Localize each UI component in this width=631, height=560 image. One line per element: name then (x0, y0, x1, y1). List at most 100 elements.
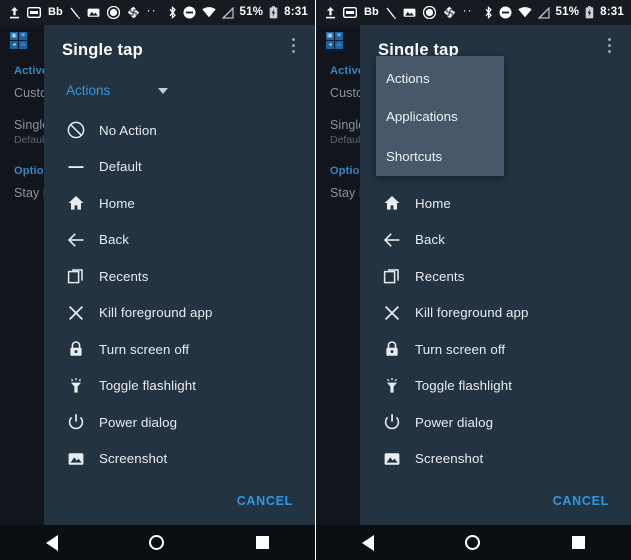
list-item-label: Recents (99, 268, 149, 284)
list-item-label: Toggle flashlight (99, 378, 197, 394)
list-item-default[interactable]: Default (44, 149, 315, 186)
back-triangle-icon[interactable] (361, 534, 374, 551)
app-logo-cell: ▣ (326, 31, 334, 40)
home-icon (382, 193, 402, 213)
list-item-back[interactable]: Back (44, 222, 315, 259)
list-item-screenshot[interactable]: Screenshot (44, 441, 315, 478)
upload-icon (325, 6, 336, 19)
app-logo-cell: ◂ (10, 40, 18, 49)
cancel-button[interactable]: CANCEL (237, 494, 293, 508)
back-triangle-icon[interactable] (45, 534, 58, 551)
list-item-label: Power dialog (415, 414, 494, 430)
list-item-label: Toggle flashlight (415, 378, 513, 394)
back-arrow-icon (382, 230, 402, 250)
list-item-turn-screen-off[interactable]: Turn screen off (44, 331, 315, 368)
power-icon (382, 412, 402, 432)
signal-icon (537, 6, 550, 19)
list-item-recents[interactable]: Recents (360, 258, 631, 295)
app-logo-cell: ✳ (19, 31, 27, 40)
clock-label: 8:31 (600, 5, 624, 18)
pen-icon (70, 7, 80, 19)
close-x-icon (66, 303, 86, 323)
sync-icon (443, 6, 456, 19)
app-logo-icon: ▣ ✳ ◂ ⌂ (326, 31, 343, 49)
list-item-home[interactable]: Home (360, 185, 631, 222)
wifi-icon (517, 7, 532, 18)
default-icon (66, 157, 86, 177)
back-arrow-icon (66, 230, 86, 250)
action-list: No Action Default Home Back Recents (44, 112, 315, 477)
list-item-toggle-flashlight[interactable]: Toggle flashlight (360, 368, 631, 405)
status-bar-right-icons: 51% 8:31 (484, 6, 624, 19)
bb-icon: Bb (48, 6, 63, 18)
dropdown-option-shortcuts[interactable]: Shortcuts (376, 136, 504, 176)
status-bar: Bb ·· 51% 8:31 (316, 0, 631, 25)
recents-icon (66, 266, 86, 286)
list-item-label: Screenshot (415, 451, 484, 467)
dropdown-option-actions[interactable]: Actions (376, 56, 504, 96)
recents-square-icon[interactable] (256, 536, 270, 549)
list-item-label: No Action (99, 122, 157, 138)
navigation-bar (316, 525, 631, 560)
list-item-label: Screenshot (99, 451, 168, 467)
list-item-toggle-flashlight[interactable]: Toggle flashlight (44, 368, 315, 405)
close-x-icon (382, 303, 402, 323)
status-bar-left-icons: Bb ·· (9, 4, 168, 19)
list-item-power-dialog[interactable]: Power dialog (44, 404, 315, 441)
upload-icon (9, 6, 20, 19)
bb-icon: Bb (364, 6, 379, 18)
no-action-icon (66, 120, 86, 140)
list-item-recents[interactable]: Recents (44, 258, 315, 295)
chevron-down-icon (158, 88, 168, 94)
list-item-label: Kill foreground app (415, 305, 529, 321)
list-item-home[interactable]: Home (44, 185, 315, 222)
list-item-label: Home (415, 195, 451, 211)
list-item-label: Turn screen off (99, 341, 190, 357)
list-item-label: Turn screen off (415, 341, 506, 357)
list-item-kill-foreground-app[interactable]: Kill foreground app (44, 295, 315, 332)
lock-icon (382, 339, 402, 359)
app-logo-cell: ⌂ (19, 40, 27, 49)
card-icon (27, 7, 41, 18)
status-bar-right-icons: 51% 8:31 (168, 6, 308, 19)
recents-square-icon[interactable] (572, 536, 586, 549)
phone-screenshot-left: Bb ·· 51% 8:31 ▣ ✳ ◂ ⌂ Active Custo Sing… (0, 0, 315, 560)
app-logo-cell: ✳ (335, 31, 343, 40)
image-icon (382, 449, 402, 469)
home-circle-icon[interactable] (465, 535, 481, 550)
wifi-icon (201, 7, 216, 18)
signal-icon (221, 6, 234, 19)
cancel-button[interactable]: CANCEL (553, 494, 609, 508)
dialog-title: Single tap (62, 41, 143, 59)
dropdown-option-applications[interactable]: Applications (376, 96, 504, 136)
list-item-power-dialog[interactable]: Power dialog (360, 404, 631, 441)
circle-icon (422, 6, 436, 19)
list-item-no-action[interactable]: No Action (44, 112, 315, 149)
pen-icon (386, 7, 396, 19)
home-circle-icon[interactable] (149, 535, 165, 550)
action-type-spinner[interactable]: Actions (44, 76, 315, 104)
list-item-screenshot[interactable]: Screenshot (360, 441, 631, 478)
dialog-header: Single tap (360, 25, 631, 60)
dialog-footer: CANCEL (44, 477, 315, 525)
single-tap-dialog: Single tap Actions No Action Default Hom… (44, 25, 315, 525)
dnd-icon (499, 6, 512, 19)
list-item-label: Power dialog (99, 414, 178, 430)
flashlight-icon (382, 376, 402, 396)
list-item-back[interactable]: Back (360, 222, 631, 259)
list-item-turn-screen-off[interactable]: Turn screen off (360, 331, 631, 368)
list-item-kill-foreground-app[interactable]: Kill foreground app (360, 295, 631, 332)
app-logo-cell: ⌂ (335, 40, 343, 49)
image-icon (66, 449, 86, 469)
battery-percent-label: 51% (239, 5, 264, 18)
dnd-icon (183, 6, 196, 19)
flashlight-icon (66, 376, 86, 396)
battery-icon (585, 6, 594, 19)
spinner-dropdown-menu: Actions Applications Shortcuts (376, 56, 504, 176)
overflow-menu-icon[interactable] (601, 34, 617, 56)
list-item-label: Home (99, 195, 135, 211)
overflow-menu-icon[interactable] (285, 34, 301, 56)
app-logo-cell: ▣ (10, 31, 18, 40)
recents-icon (382, 266, 402, 286)
clock-label: 8:31 (284, 5, 308, 18)
